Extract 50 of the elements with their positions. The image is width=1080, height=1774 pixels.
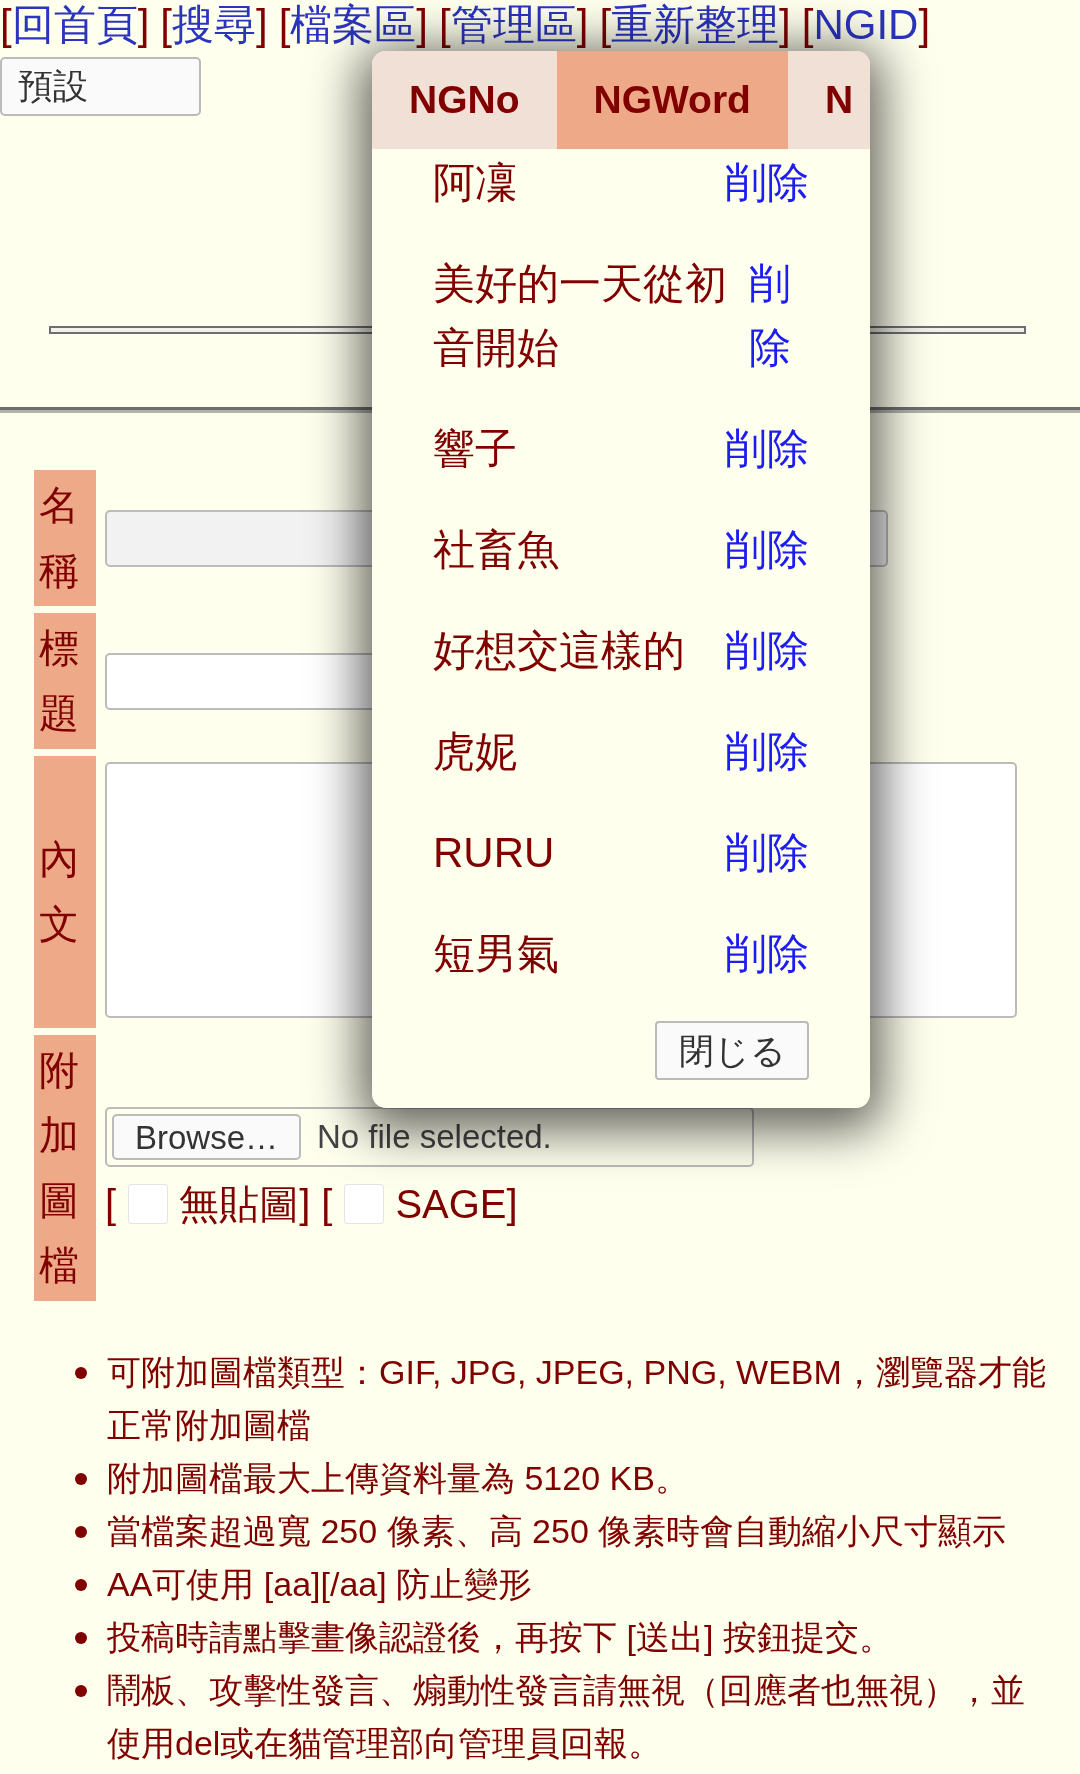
delete-link[interactable]: 削除 (725, 619, 809, 683)
note-text: 投稿時請點擊畫像認證後，再按下 [送出] 按鈕提交。 (107, 1617, 894, 1658)
field-label: 附加圖檔 (34, 1035, 96, 1301)
bullet-icon (75, 1525, 87, 1538)
tab[interactable]: N (787, 51, 870, 149)
bullet-icon (75, 1366, 87, 1379)
bullet-icon (75, 1578, 87, 1591)
delete-link[interactable]: 削除 (725, 151, 809, 215)
delete-link[interactable]: 削除 (725, 922, 809, 986)
file-input[interactable]: Browse… No file selected. (105, 1107, 754, 1167)
checkbox-option[interactable]: [ SAGE] (321, 1173, 518, 1234)
note-text: 當檔案超過寬 250 像素、高 250 像素時會自動縮小尺寸顯示 (107, 1511, 1008, 1552)
bullet-icon (75, 1684, 87, 1697)
delete-link[interactable]: 削除 (725, 518, 809, 582)
nav-link[interactable]: [回首頁] (0, 0, 150, 50)
ng-word: 好想交這樣的 (433, 626, 685, 676)
delete-link[interactable]: 削除 (749, 252, 809, 380)
ng-word: 美好的一天從初音開始 (433, 259, 728, 373)
note-text: 可附加圖檔類型：GIF, JPG, JPEG, PNG, WEBM，瀏覽器才能正常附加圖檔 (107, 1352, 1047, 1446)
ng-word: 響子 (433, 424, 517, 474)
nav-link[interactable]: [NGID] (801, 0, 931, 50)
delete-link[interactable]: 削除 (725, 821, 809, 885)
tab[interactable]: NGWord (556, 51, 788, 149)
browse-button[interactable]: Browse… (112, 1114, 301, 1160)
ng-word: RURU (433, 828, 555, 878)
ng-word: 短男氣 (433, 929, 559, 979)
ng-word: 虎妮 (433, 727, 517, 777)
field-label: 標題 (34, 613, 96, 749)
bullet-icon (75, 1472, 87, 1485)
field-label: 名稱 (34, 470, 96, 606)
note-text: 鬧板、攻擊性發言、煽動性發言請無視（回應者也無視），並使用del或在貓管理部向管理員回報。 (107, 1670, 1026, 1764)
checkbox[interactable] (128, 1183, 169, 1224)
checkbox-option[interactable]: [ 無貼圖] (105, 1173, 311, 1234)
nav-link[interactable]: [檔案區] (278, 0, 429, 50)
close-button[interactable]: 閉じる (655, 1021, 809, 1080)
nav-link[interactable]: [重新整理] (599, 0, 791, 50)
bullet-icon (75, 1631, 87, 1644)
nav-link[interactable]: [管理區] (439, 0, 589, 50)
ng-word: 社畜魚 (433, 525, 559, 575)
checkbox[interactable] (344, 1183, 385, 1224)
delete-link[interactable]: 削除 (725, 720, 809, 784)
nav-link[interactable]: [搜尋] (160, 0, 268, 50)
file-status-text: No file selected. (317, 1117, 552, 1158)
delete-link[interactable]: 削除 (725, 417, 809, 481)
ng-word: 阿凜 (433, 158, 517, 208)
field-label: 內文 (34, 756, 96, 1028)
note-text: 附加圖檔最大上傳資料量為 5120 KB。 (107, 1458, 690, 1499)
tab[interactable]: NGNo (372, 51, 557, 149)
select-field[interactable]: 預設 (0, 57, 201, 116)
note-text: AA可使用 [aa][/aa] 防止變形 (107, 1564, 534, 1605)
